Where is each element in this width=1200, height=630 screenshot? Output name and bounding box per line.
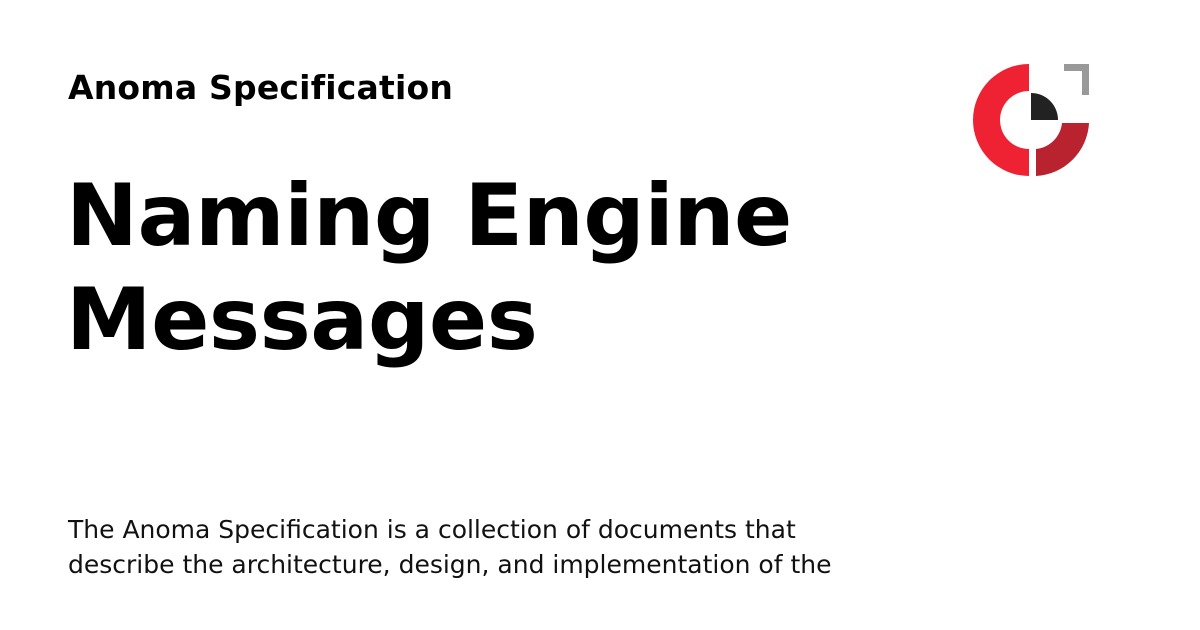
page-description: The Anoma Specification is a collection …	[68, 512, 908, 582]
page-title-line-2: Messages	[66, 270, 538, 370]
logo-dark-red-segment	[1036, 123, 1089, 176]
site-name: Anoma Specification	[68, 68, 454, 107]
description-line-1: The Anoma Specification is a collection …	[68, 515, 796, 544]
social-card: Anoma Specification Naming Engine Messag…	[0, 0, 1200, 630]
description-line-2: describe the architecture, design, and i…	[68, 550, 832, 579]
page-title-line-1: Naming Engine	[66, 166, 792, 266]
logo-gray-corner	[1064, 64, 1089, 95]
logo-center-quarter	[1031, 93, 1058, 120]
page-title: Naming Engine Messages	[66, 164, 946, 372]
logo-red-arc	[973, 64, 1029, 176]
anoma-logo-icon	[973, 64, 1089, 176]
